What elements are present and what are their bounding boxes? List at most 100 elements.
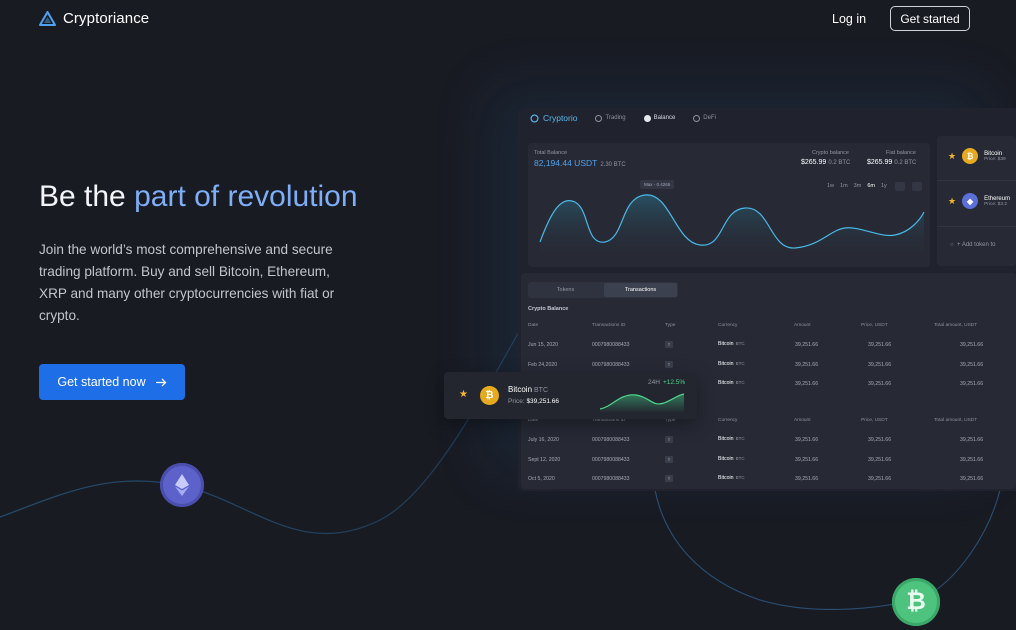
side-eth-name: Ethereum [984, 195, 1011, 202]
range-1y[interactable]: 1y [881, 183, 887, 189]
cryptoriance-logo-icon [39, 11, 56, 26]
tx-total: 39,251.66 [960, 457, 984, 463]
table-header[interactable]: Total amount, USDT [934, 418, 977, 423]
cryptorio-logo-icon [530, 113, 539, 123]
crypto-balance-label: Crypto balance [812, 150, 849, 156]
fiat-balance-label: Fiat balance [886, 150, 916, 156]
range-3m[interactable]: 3m [854, 183, 862, 189]
brand-name: Cryptoriance [63, 10, 150, 27]
chart-max-tooltip: Max - 0.4265 [640, 180, 675, 189]
ethereum-glyph [175, 474, 189, 496]
table-header[interactable]: Amount [794, 418, 811, 423]
dashboard-brand: Cryptorio [530, 113, 577, 123]
tx-currency: Bitcoin BTC [718, 456, 745, 462]
dashboard-brand-name: Cryptorio [543, 113, 578, 123]
float-card-title: Bitcoin BTC [508, 385, 548, 394]
get-started-button[interactable]: Get started [890, 6, 970, 31]
add-token-button[interactable]: ○ + Add token to [950, 242, 996, 248]
table-header[interactable]: Date [528, 323, 538, 328]
range-selector: 1w 1m 3m 6m 1y [827, 183, 887, 189]
tx-price: 39,251.66 [868, 437, 892, 443]
table-header: Currency [718, 418, 738, 423]
tx-type-badge: ↑ [665, 436, 673, 443]
table-header: Currency [718, 323, 738, 328]
fiat-balance-usd: $265.99 [867, 159, 893, 166]
table-header[interactable]: Amount [794, 323, 811, 328]
tab-trading-label: Trading [605, 115, 626, 121]
table-header: Type [665, 323, 676, 328]
star-icon: ★ [459, 389, 468, 400]
defi-icon [693, 114, 701, 122]
tx-price: 39,251.66 [868, 362, 892, 368]
float-card-symbol: BTC [534, 387, 549, 394]
tx-amount: 39,251.66 [795, 362, 819, 368]
float-card-price-value: $39,251.66 [526, 398, 559, 405]
tx-amount: 39,251.66 [795, 437, 819, 443]
bitcoin-coin-icon: ₿ [962, 148, 979, 164]
tx-currency-name: Bitcoin [718, 475, 734, 481]
token-row-bitcoin[interactable]: ★ ₿ Bitcoin Price: $39 [948, 148, 1006, 164]
float-card-change: 24H +12.5% [648, 379, 685, 386]
bitcoin-coin-icon: ₿ [480, 386, 499, 405]
tx-date: Jun 15, 2020 [528, 342, 558, 348]
range-6m[interactable]: 6m [867, 183, 875, 189]
brand-logo[interactable]: Cryptoriance [39, 10, 149, 27]
total-balance-usdt: 82,194.44 USDT [534, 158, 598, 168]
ethereum-coin-icon: ◆ [962, 193, 979, 209]
tab-tokens[interactable]: Tokens [528, 282, 603, 298]
total-balance-label: Total Balance [534, 150, 568, 156]
fiat-balance-value: $265.99 0.2 BTC [867, 159, 916, 166]
tab-defi-label: DeFi [703, 115, 716, 121]
arrow-right-icon [155, 378, 167, 386]
hero-title-lead: Be the [39, 180, 135, 213]
login-link[interactable]: Log in [832, 12, 866, 26]
table-header[interactable]: Price, USDT [861, 418, 888, 423]
tx-currency-symbol: BTC [735, 361, 745, 366]
tab-balance[interactable]: Balance [643, 114, 675, 122]
table-header[interactable]: Price, USDT [861, 323, 888, 328]
tx-currency: Bitcoin BTC [718, 475, 745, 481]
balance-icon [643, 114, 651, 122]
tx-type-badge: ↑ [665, 341, 673, 348]
tx-price: 39,251.66 [868, 342, 892, 348]
tx-amount: 39,251.66 [795, 476, 819, 482]
cta-label: Get started now [57, 375, 146, 389]
add-token-label: Add token to [961, 242, 996, 248]
tx-id: 0007980088433 [592, 362, 630, 368]
float-card-name: Bitcoin [508, 385, 533, 394]
tx-currency-symbol: BTC [735, 341, 745, 346]
tab-transactions[interactable]: Transactions [604, 283, 677, 297]
range-1m[interactable]: 1m [840, 183, 848, 189]
tx-currency-name: Bitcoin [718, 436, 734, 442]
range-1w[interactable]: 1w [827, 183, 834, 189]
tx-date: Oct 5, 2020 [528, 476, 555, 482]
float-card-sparkline [600, 393, 684, 413]
tx-currency-symbol: BTC [735, 436, 745, 441]
tx-amount: 39,251.66 [795, 342, 819, 348]
tx-total: 39,251.66 [960, 381, 984, 387]
crypto-balance-value: $265.99 0.2 BTC [801, 159, 850, 166]
side-btc-price: Price: $39 [984, 156, 1006, 162]
tab-trading[interactable]: Trading [595, 114, 626, 122]
tab-defi[interactable]: DeFi [693, 114, 716, 122]
bitcoin-coin-icon: ₿ [892, 578, 940, 626]
tx-type-badge: ↑ [665, 456, 673, 463]
hero-title-highlight: part of revolution [134, 180, 358, 213]
total-balance-btc: 2.30 BTC [600, 162, 626, 168]
tx-currency-symbol: BTC [735, 380, 745, 385]
token-row-ethereum[interactable]: ★ ◆ Ethereum Price: $3.2 [948, 193, 1010, 209]
tx-id: 0007980088433 [592, 476, 630, 482]
star-icon: ★ [948, 150, 957, 161]
side-eth-price: Price: $3.2 [984, 201, 1008, 207]
crypto-balance-usd: $265.99 [801, 159, 827, 166]
tx-amount: 39,251.66 [795, 457, 819, 463]
tx-date: July 16, 2020 [528, 437, 559, 443]
tx-total: 39,251.66 [960, 362, 984, 368]
get-started-now-button[interactable]: Get started now [39, 364, 185, 400]
trading-icon [595, 114, 603, 122]
tx-total: 39,251.66 [960, 437, 984, 443]
table-header[interactable]: Total amount, USDT [934, 323, 977, 328]
tx-currency-name: Bitcoin [718, 456, 734, 462]
side-divider [937, 180, 1016, 181]
tx-date: Feb 24,2020 [528, 362, 558, 368]
